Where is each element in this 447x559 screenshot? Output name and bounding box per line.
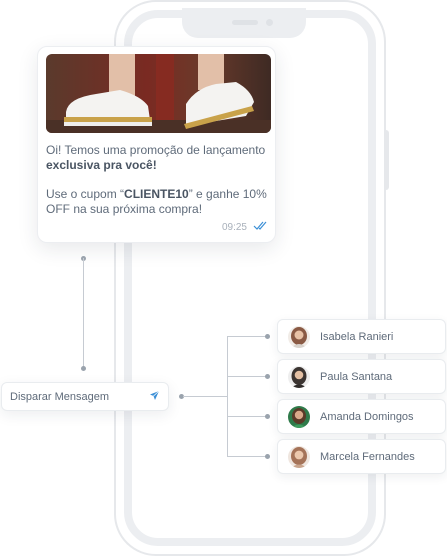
phone-notch	[182, 8, 306, 38]
dispatch-message-button[interactable]: Disparar Mensagem	[1, 382, 169, 411]
connector-line-horizontal	[183, 396, 227, 397]
contact-name: Amanda Domingos	[320, 410, 414, 423]
message-line2-prefix: Use o cupom “	[46, 187, 125, 201]
sneaker-image	[46, 54, 271, 133]
message-highlight: exclusiva pra você!	[46, 158, 157, 172]
contact-name: Marcela Fernandes	[320, 450, 415, 463]
avatar	[288, 405, 310, 428]
contact-name: Isabela Ranieri	[320, 330, 394, 343]
avatar	[288, 365, 310, 388]
connector-dot	[265, 334, 270, 339]
connector-dot	[265, 374, 270, 379]
phone-side-button	[385, 130, 389, 190]
avatar	[288, 445, 310, 468]
avatar	[288, 325, 310, 348]
camera-icon	[266, 19, 273, 26]
message-bubble: Oi! Temos uma promoção de lançamento exc…	[37, 46, 276, 243]
connector-dot	[265, 454, 270, 459]
coupon-code: CLIENTE10	[124, 187, 189, 201]
connector-line-tree	[227, 336, 228, 456]
message-meta: 09:25	[222, 221, 267, 233]
connector-line-vertical	[83, 258, 84, 368]
connector-branch	[227, 376, 267, 377]
contact-card[interactable]: Marcela Fernandes	[277, 439, 446, 474]
dispatch-label: Disparar Mensagem	[10, 390, 110, 403]
connector-dot	[265, 414, 270, 419]
connector-branch	[227, 456, 267, 457]
connector-branch	[227, 416, 267, 417]
double-check-icon	[253, 221, 267, 233]
message-time: 09:25	[221, 221, 247, 233]
message-line1: Oi! Temos uma promoção de lançamento	[46, 143, 266, 157]
connector-branch	[227, 336, 267, 337]
contact-card[interactable]: Amanda Domingos	[277, 399, 446, 434]
contact-card[interactable]: Isabela Ranieri	[277, 319, 446, 354]
message-text: Oi! Temos uma promoção de lançamento exc…	[46, 143, 271, 217]
connector-dot-bottom	[81, 366, 86, 371]
speaker-icon	[232, 20, 258, 25]
contact-name: Paula Santana	[320, 370, 393, 383]
contact-card[interactable]: Paula Santana	[277, 359, 446, 394]
send-icon	[149, 390, 160, 404]
